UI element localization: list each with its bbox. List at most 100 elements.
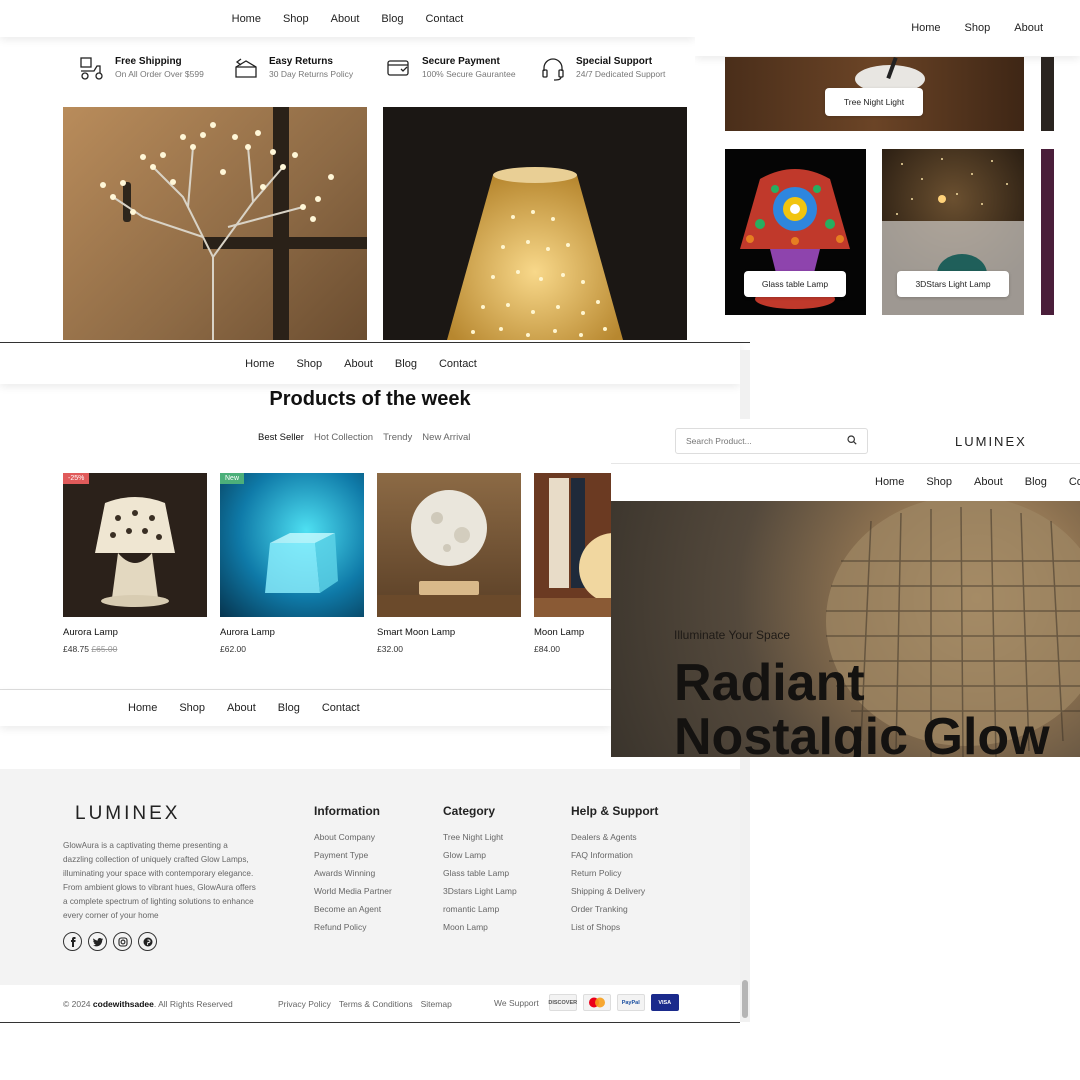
nav-contact[interactable]: Contact <box>439 358 477 370</box>
footer-link[interactable]: Moon Lamp <box>443 922 517 932</box>
site-logo[interactable]: LUMINEX <box>955 434 1027 449</box>
copyright-brand[interactable]: codewithsadee <box>93 999 154 1009</box>
tab-trendy[interactable]: Trendy <box>383 432 412 443</box>
footer-link[interactable]: List of Shops <box>571 922 658 932</box>
payment-methods: We Support DISCOVER PayPal VISA <box>494 994 679 1011</box>
tab-best-seller[interactable]: Best Seller <box>258 432 304 443</box>
feature-easy-returns: Easy Returns 30 Day Returns Policy <box>232 55 353 83</box>
nav-contact[interactable]: Contact <box>322 702 360 714</box>
footer-link[interactable]: Tree Night Light <box>443 832 517 842</box>
feature-sub: On All Order Over $599 <box>115 69 204 79</box>
product-card[interactable]: -25% Aurora Lamp £48.75 £65.00 <box>63 473 207 654</box>
feature-title: Free Shipping <box>115 56 182 67</box>
product-image[interactable]: New <box>220 473 364 617</box>
nav-blog[interactable]: Blog <box>278 702 300 714</box>
product-name[interactable]: Moon Lamp <box>534 627 611 638</box>
nav-about[interactable]: About <box>331 13 360 25</box>
product-price: £32.00 <box>377 644 403 654</box>
footer-link[interactable]: Glow Lamp <box>443 850 517 860</box>
footer-link[interactable]: About Company <box>314 832 392 842</box>
footer-link[interactable]: Order Tranking <box>571 904 658 914</box>
nav-contact[interactable]: Contact <box>425 13 463 25</box>
search-input[interactable] <box>686 436 836 446</box>
product-card[interactable]: Moon Lamp £84.00 <box>534 473 611 654</box>
terms-link[interactable]: Terms & Conditions <box>339 999 413 1009</box>
footer-logo[interactable]: LUMINEX <box>75 803 180 825</box>
footer-about: GlowAura is a captivating theme presenti… <box>63 841 256 920</box>
footer-link[interactable]: Awards Winning <box>314 868 392 878</box>
footer-category: Category Tree Night Light Glow Lamp Glas… <box>443 804 517 940</box>
footer-link[interactable]: FAQ Information <box>571 850 658 860</box>
nav-about[interactable]: About <box>344 358 373 370</box>
footer-link[interactable]: Return Policy <box>571 868 658 878</box>
search-bar[interactable] <box>675 428 868 454</box>
sitemap-link[interactable]: Sitemap <box>421 999 452 1009</box>
privacy-link[interactable]: Privacy Policy <box>278 999 331 1009</box>
product-image[interactable]: -25% <box>63 473 207 617</box>
stars-light-lamp-label[interactable]: 3DStars Light Lamp <box>897 271 1009 297</box>
glass-table-lamp-tile[interactable]: Glass table Lamp <box>725 149 866 315</box>
nav-home[interactable]: Home <box>875 476 904 488</box>
tree-night-light-tile[interactable]: Tree Night Light <box>725 57 1024 131</box>
footer-link[interactable]: Refund Policy <box>314 922 392 932</box>
feature-sub: 24/7 Dedicated Support <box>576 69 666 79</box>
ceramic-lamp-photo[interactable] <box>383 107 687 340</box>
footer-link[interactable]: Shipping & Delivery <box>571 886 658 896</box>
twitter-icon[interactable] <box>88 932 107 951</box>
nav-home[interactable]: Home <box>128 702 157 714</box>
footer-link[interactable]: World Media Partner <box>314 886 392 896</box>
glass-table-lamp-label[interactable]: Glass table Lamp <box>744 271 846 297</box>
pinterest-icon[interactable] <box>138 932 157 951</box>
nav-about[interactable]: About <box>974 476 1003 488</box>
tree-lamp-photo[interactable] <box>63 107 367 340</box>
nav-shop[interactable]: Shop <box>296 358 322 370</box>
nav-home[interactable]: Home <box>245 358 274 370</box>
nav-contact[interactable]: Cont <box>1069 476 1080 488</box>
nav-home[interactable]: Home <box>911 22 940 34</box>
footer-link[interactable]: Become an Agent <box>314 904 392 914</box>
footer-help: Help & Support Dealers & Agents FAQ Info… <box>571 804 658 940</box>
main-nav: Home Shop About Blog Contact <box>0 0 695 37</box>
nav-about[interactable]: About <box>227 702 256 714</box>
footer-link[interactable]: 3Dstars Light Lamp <box>443 886 517 896</box>
product-card[interactable]: New Aurora Lamp £62.00 <box>220 473 364 654</box>
footer-link[interactable]: Dealers & Agents <box>571 832 658 842</box>
nav-home[interactable]: Home <box>232 13 261 25</box>
nav-blog[interactable]: Blog <box>381 13 403 25</box>
footer-link[interactable]: romantic Lamp <box>443 904 517 914</box>
product-name[interactable]: Aurora Lamp <box>63 627 207 638</box>
nav-shop[interactable]: Shop <box>179 702 205 714</box>
tab-new-arrival[interactable]: New Arrival <box>422 432 470 443</box>
product-price: £84.00 <box>534 644 560 654</box>
footer-heading: Help & Support <box>571 804 659 818</box>
product-name[interactable]: Smart Moon Lamp <box>377 627 521 638</box>
stars-light-lamp-tile[interactable]: 3DStars Light Lamp <box>882 149 1024 315</box>
cropped-tile <box>1041 57 1054 131</box>
nav-shop[interactable]: Shop <box>965 22 991 34</box>
feature-sub: 100% Secure Gaurantee <box>422 69 516 79</box>
we-support-label: We Support <box>494 997 539 1008</box>
instagram-icon[interactable] <box>113 932 132 951</box>
feature-title: Secure Payment <box>422 56 500 67</box>
discover-card-icon: DISCOVER <box>548 994 577 1011</box>
product-image[interactable] <box>534 473 611 617</box>
product-old-price: £65.00 <box>91 644 118 654</box>
tab-hot-collection[interactable]: Hot Collection <box>314 432 373 443</box>
hero-banner: Illuminate Your Space Radiant Nostalgic … <box>611 501 1080 757</box>
footer-link[interactable]: Glass table Lamp <box>443 868 517 878</box>
social-links <box>63 932 157 951</box>
cropped-tile <box>1041 149 1054 315</box>
nav-blog[interactable]: Blog <box>395 358 417 370</box>
product-name[interactable]: Aurora Lamp <box>220 627 364 638</box>
nav-shop[interactable]: Shop <box>283 13 309 25</box>
scrollbar-thumb[interactable] <box>742 980 748 1018</box>
nav-shop[interactable]: Shop <box>926 476 952 488</box>
nav-blog[interactable]: Blog <box>1025 476 1047 488</box>
search-icon[interactable] <box>847 432 857 450</box>
facebook-icon[interactable] <box>63 932 82 951</box>
product-card[interactable]: Smart Moon Lamp £32.00 <box>377 473 521 654</box>
product-image[interactable] <box>377 473 521 617</box>
footer-link[interactable]: Payment Type <box>314 850 392 860</box>
tree-night-light-label[interactable]: Tree Night Light <box>825 88 923 116</box>
nav-about[interactable]: About <box>1014 22 1043 34</box>
